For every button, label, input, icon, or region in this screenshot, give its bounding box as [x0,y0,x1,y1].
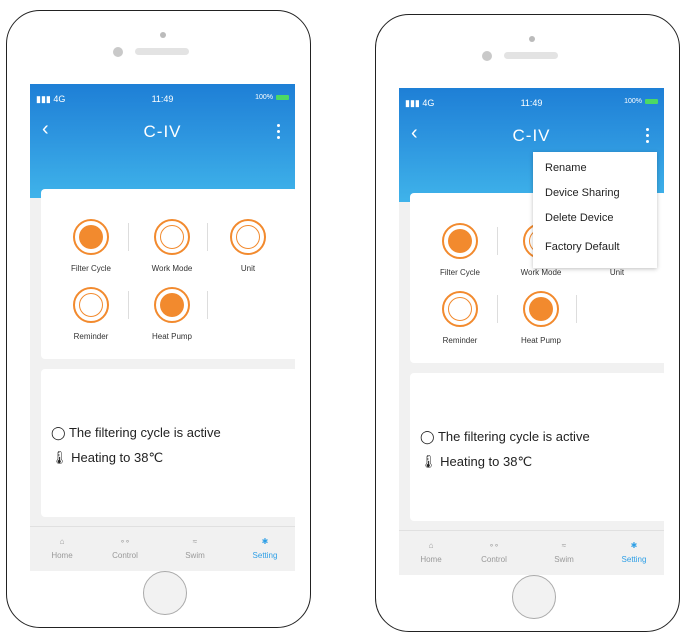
tab-control[interactable]: ∘∘ Control [464,535,524,565]
feature-label-filter-cycle: Filter Cycle [70,264,111,273]
feature-label-heat-pump: Heat Pump [520,336,562,345]
sensor-dot [482,51,492,61]
reminder-icon[interactable] [442,291,478,327]
divider [207,223,208,251]
leaf-icon[interactable] [154,287,190,323]
menu-item-factory-default[interactable]: Factory Default [533,235,657,260]
divider [576,295,577,323]
home-button[interactable] [512,575,556,619]
menu-item-rename[interactable]: Rename [533,156,657,181]
divider [128,223,129,251]
tab-control[interactable]: ∘∘ Control [95,531,155,561]
speaker [504,52,558,59]
divider [497,227,498,255]
tab-home[interactable]: ⌂ Home [401,535,461,565]
battery-label: 100% [624,98,642,105]
heating-status: 🌡 Heating to 38℃ [420,454,532,470]
feature-label-reminder: Reminder [442,336,478,345]
feature-label-heat-pump: Heat Pump [151,332,193,341]
tab-label: Setting [252,551,278,560]
refresh-icon: ◯ [420,429,435,444]
tab-bar: ⌂ Home ∘∘ Control ≈ Swim ✱ Setting [30,526,295,571]
app-screen: ▮▮▮ 4G 11:49 100% ‹ C-IV Filter Cycle Wo… [30,84,295,571]
camera-dot [160,32,166,38]
feature-label-filter-cycle: Filter Cycle [439,268,480,277]
filter-cycle-icon[interactable] [73,219,109,255]
swimmer-icon: ≈ [561,540,567,550]
home-icon: ⌂ [428,540,434,550]
feature-label-reminder: Reminder [73,332,109,341]
battery-indicator: 100% [624,98,658,105]
tab-swim[interactable]: ≈ Swim [534,535,594,565]
filter-cycle-icon[interactable] [442,223,478,259]
feature-label-unit: Unit [609,268,625,277]
tab-label: Home [420,555,442,564]
speaker [135,48,189,55]
heating-status-text: Heating to 38℃ [440,454,533,469]
swimmer-icon: ≈ [192,536,198,546]
tab-label: Swim [185,551,205,560]
thermometer-unit-icon[interactable] [230,219,266,255]
filter-status: ◯ The filtering cycle is active [420,429,590,445]
feature-label-unit: Unit [240,264,256,273]
tab-setting[interactable]: ✱ Setting [235,531,295,561]
sensor-dot [113,47,123,57]
app-screen: ▮▮▮ 4G 11:49 100% ‹ C-IV Filter Cycle Wo… [399,88,664,575]
status-card: ◯ The filtering cycle is active 🌡 Heatin… [41,369,295,517]
menu-item-device-sharing[interactable]: Device Sharing [533,181,657,206]
divider [497,295,498,323]
tab-swim[interactable]: ≈ Swim [165,531,225,561]
home-icon: ⌂ [59,536,65,546]
battery-icon [276,95,289,100]
status-card: ◯ The filtering cycle is active 🌡 Heatin… [410,373,664,521]
phone-left: ▮▮▮ 4G 11:49 100% ‹ C-IV Filter Cycle Wo… [6,10,311,628]
tab-bar: ⌂ Home ∘∘ Control ≈ Swim ✱ Setting [399,530,664,575]
tab-setting[interactable]: ✱ Setting [604,535,664,565]
tab-label: Swim [554,555,574,564]
heating-status: 🌡 Heating to 38℃ [51,450,163,466]
tab-label: Control [481,555,507,564]
menu-item-delete-device[interactable]: Delete Device [533,206,657,231]
feature-label-work-mode: Work Mode [151,264,193,273]
status-bar: ▮▮▮ 4G 11:49 100% [30,94,295,106]
divider [207,291,208,319]
tab-label: Setting [621,555,647,564]
battery-icon [645,99,658,104]
tab-home[interactable]: ⌂ Home [32,531,92,561]
status-bar: ▮▮▮ 4G 11:49 100% [399,98,664,110]
page-title: C-IV [143,122,182,141]
reminder-icon[interactable] [73,287,109,323]
more-vertical-icon[interactable] [277,124,281,142]
gear-icon: ✱ [261,536,269,546]
work-mode-icon[interactable] [154,219,190,255]
tab-label: Home [51,551,73,560]
refresh-icon: ◯ [51,425,66,440]
bubbles-icon: ∘∘ [119,536,130,546]
filter-status: ◯ The filtering cycle is active [51,425,221,441]
bubbles-icon: ∘∘ [488,540,499,550]
leaf-icon[interactable] [523,291,559,327]
phone-right: ▮▮▮ 4G 11:49 100% ‹ C-IV Filter Cycle Wo… [375,14,680,632]
filter-status-text: The filtering cycle is active [68,425,221,440]
battery-label: 100% [255,94,273,101]
options-menu: Rename Device Sharing Delete Device Fact… [533,152,657,268]
thermometer-icon: 🌡 [51,450,68,465]
feature-label-work-mode: Work Mode [520,268,562,277]
divider [128,291,129,319]
battery-indicator: 100% [255,94,289,101]
page-title: C-IV [512,126,551,145]
filter-status-text: The filtering cycle is active [437,429,590,444]
tab-label: Control [112,551,138,560]
thermometer-icon: 🌡 [420,454,437,469]
camera-dot [529,36,535,42]
features-card: Filter Cycle Work Mode Unit Reminder Hea… [41,189,295,359]
gear-icon: ✱ [630,540,638,550]
more-vertical-icon[interactable] [646,128,650,146]
home-button[interactable] [143,571,187,615]
heating-status-text: Heating to 38℃ [71,450,164,465]
